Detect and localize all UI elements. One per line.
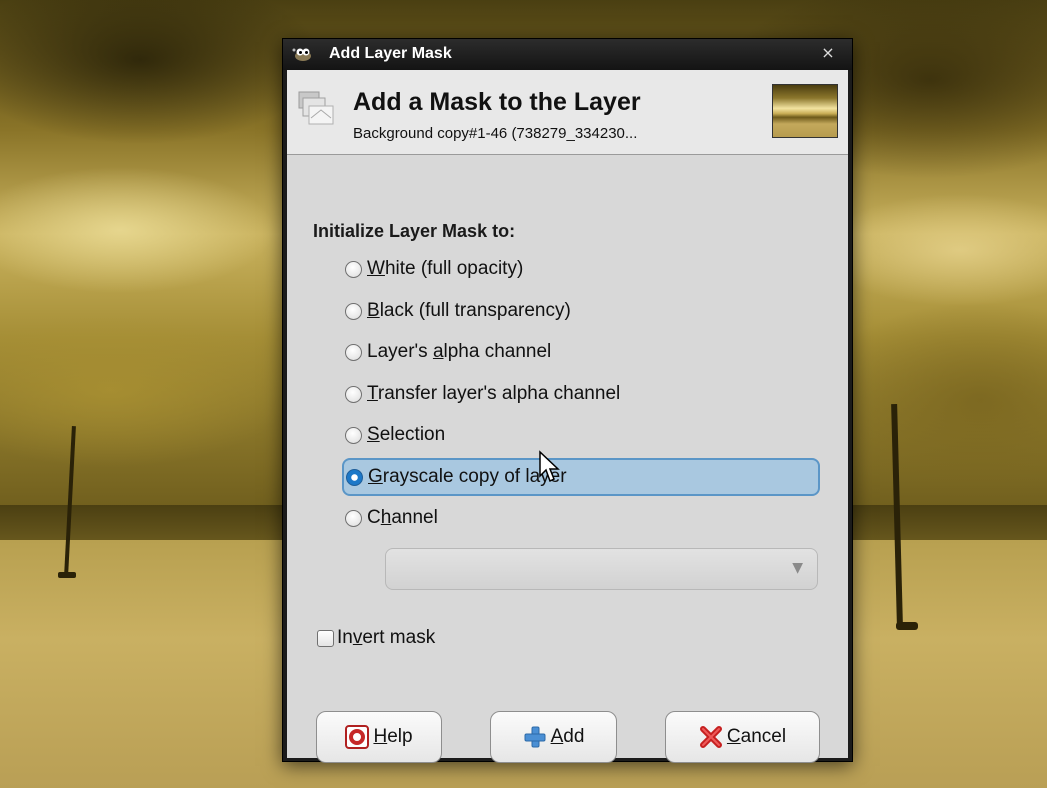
dialog-body: Add a Mask to the Layer Background copy#… bbox=[287, 70, 848, 763]
init-mask-label: Initialize Layer Mask to: bbox=[313, 221, 516, 241]
plus-icon bbox=[524, 726, 546, 748]
radio-button[interactable] bbox=[345, 343, 362, 361]
radio-alpha-channel[interactable]: Layer's alpha channel bbox=[345, 336, 551, 368]
chevron-down-icon: ▼ bbox=[792, 560, 803, 576]
red-x-icon bbox=[699, 726, 722, 748]
add-button[interactable]: Add bbox=[490, 711, 617, 763]
help-button[interactable]: Help bbox=[316, 711, 442, 763]
invert-mask-label: Invert mask bbox=[337, 627, 436, 648]
radio-channel[interactable]: Channel bbox=[345, 502, 438, 534]
window-title: Add Layer Mask bbox=[329, 45, 452, 62]
help-button-label: Help bbox=[373, 726, 413, 747]
cancel-button[interactable]: Cancel bbox=[665, 711, 820, 763]
cancel-button-label: Cancel bbox=[726, 726, 787, 747]
radio-label: Transfer layer's alpha channel bbox=[367, 383, 621, 404]
radio-button[interactable] bbox=[345, 260, 362, 278]
radio-label: Black (full transparency) bbox=[367, 300, 571, 321]
radio-button-checked[interactable] bbox=[346, 468, 363, 486]
radio-transfer-alpha[interactable]: Transfer layer's alpha channel bbox=[345, 378, 620, 410]
invert-mask-checkbox-row[interactable]: Invert mask bbox=[317, 624, 435, 652]
radio-button[interactable] bbox=[345, 302, 362, 320]
radio-black[interactable]: Black (full transparency) bbox=[345, 295, 571, 327]
dialog-header: Add a Mask to the Layer Background copy#… bbox=[287, 70, 848, 155]
add-layer-mask-dialog: Add Layer Mask × Add a Mask to the Layer… bbox=[282, 38, 853, 763]
gimp-wilber-icon bbox=[292, 48, 311, 61]
radio-label: Grayscale copy of layer bbox=[368, 466, 567, 487]
lifebuoy-icon bbox=[345, 725, 370, 749]
layer-thumbnail bbox=[772, 84, 838, 138]
beach-pole-left-base bbox=[58, 572, 76, 578]
channel-dropdown[interactable]: ▼ bbox=[385, 548, 818, 590]
radio-grayscale-copy[interactable]: Grayscale copy of layer bbox=[342, 458, 820, 496]
radio-button[interactable] bbox=[345, 385, 362, 403]
radio-white[interactable]: White (full opacity) bbox=[345, 253, 523, 285]
radio-label: Layer's alpha channel bbox=[367, 341, 552, 362]
radio-label: White (full opacity) bbox=[367, 258, 524, 279]
add-button-label: Add bbox=[550, 726, 585, 747]
radio-label: Selection bbox=[367, 424, 446, 445]
radio-button[interactable] bbox=[345, 509, 362, 527]
radio-button[interactable] bbox=[345, 426, 362, 444]
dialog-heading: Add a Mask to the Layer bbox=[353, 88, 641, 116]
beach-pole-right-base bbox=[896, 622, 918, 630]
radio-selection[interactable]: Selection bbox=[345, 419, 445, 451]
close-button[interactable]: × bbox=[818, 43, 838, 63]
title-bar[interactable]: Add Layer Mask × bbox=[283, 39, 852, 70]
mouse-pointer-icon bbox=[539, 450, 560, 483]
invert-mask-checkbox[interactable] bbox=[317, 629, 334, 647]
layer-mask-icon bbox=[298, 91, 334, 125]
radio-label: Channel bbox=[367, 507, 438, 528]
layer-name-subtitle: Background copy#1-46 (738279_334230... bbox=[353, 125, 638, 142]
